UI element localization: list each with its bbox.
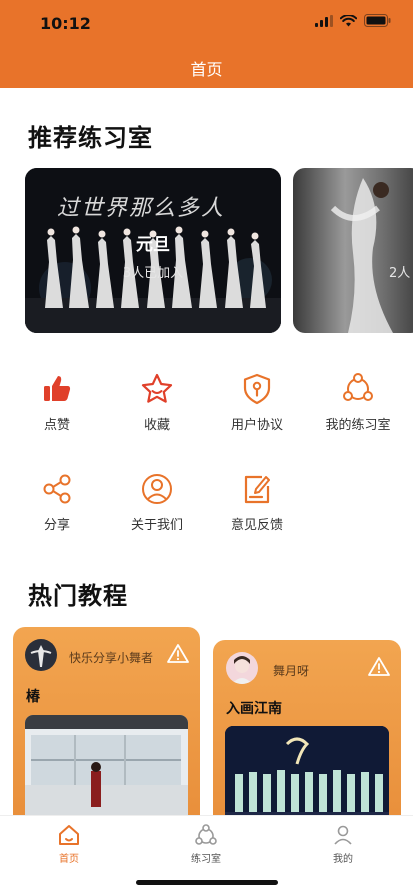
menu-user-agreement[interactable]: 用户协议 (207, 372, 307, 433)
app-header: 10:12 首页 (0, 0, 413, 88)
wifi-icon (340, 14, 357, 26)
menu-label: 点赞 (43, 418, 70, 433)
user-circle-icon (142, 474, 172, 504)
nav-label: 首页 (59, 854, 79, 865)
room-member-count: 2人 (389, 266, 411, 281)
practice-room-icon (195, 824, 217, 845)
room-card[interactable]: 过世界那么多人 元旦 3人已加入 (25, 168, 281, 333)
status-icons (315, 14, 391, 27)
feedback-icon (244, 475, 270, 504)
tutorial-title: 入画江南 (226, 701, 282, 717)
tutorial-title: 椿 (26, 689, 40, 705)
home-indicator (136, 880, 278, 885)
menu-share[interactable]: 分享 (7, 472, 107, 533)
room-name: 元旦 (136, 235, 170, 255)
room-member-count: 3人已加入 (122, 266, 184, 281)
home-icon (59, 825, 79, 845)
menu-label: 收藏 (143, 418, 170, 433)
nav-label: 我的 (333, 854, 353, 865)
room-card[interactable]: 2人 (293, 168, 413, 333)
menu-label: 用户协议 (230, 418, 283, 433)
room-calligraphy-text: 过世界那么多人 (57, 196, 226, 221)
thumbs-up-icon (44, 376, 71, 401)
tutorial-author: 快乐分享小舞者 (69, 651, 154, 665)
tutorial-author: 舞月呀 (273, 664, 310, 678)
shield-icon (243, 373, 271, 405)
status-time: 10:12 (40, 14, 91, 33)
avatar (25, 639, 57, 671)
nav-profile[interactable]: 我的 (303, 823, 383, 865)
menu-about-us[interactable]: 关于我们 (107, 472, 207, 533)
rooms-section-title: 推荐练习室 (28, 124, 153, 152)
report-icon[interactable] (368, 656, 390, 678)
nav-home[interactable]: 首页 (29, 823, 109, 865)
menu-label: 关于我们 (130, 518, 183, 533)
report-icon[interactable] (167, 643, 189, 665)
tutorial-card[interactable]: 舞月呀 入画江南 (213, 640, 401, 830)
menu-label: 意见反馈 (230, 518, 283, 533)
share-icon (43, 474, 71, 504)
star-icon (141, 373, 173, 403)
tutorials-section-title: 热门教程 (28, 582, 128, 610)
menu-feedback[interactable]: 意见反馈 (207, 472, 307, 533)
menu-my-rooms[interactable]: 我的练习室 (308, 372, 408, 433)
tutorial-card[interactable]: 快乐分享小舞者 椿 (13, 627, 200, 827)
menu-label: 我的练习室 (325, 418, 391, 433)
menu-favorite[interactable]: 收藏 (107, 372, 207, 433)
menu-label: 分享 (43, 518, 70, 533)
signal-icon (315, 14, 333, 27)
tutorial-thumbnail (25, 715, 188, 827)
avatar (226, 652, 258, 684)
nav-label: 练习室 (191, 854, 221, 865)
page-title: 首页 (190, 60, 223, 79)
profile-icon (334, 825, 352, 845)
nav-practice-room[interactable]: 练习室 (166, 823, 246, 865)
group-icon (343, 373, 373, 401)
dancer-image (330, 178, 393, 333)
menu-like[interactable]: 点赞 (7, 372, 107, 433)
battery-icon (364, 14, 391, 27)
